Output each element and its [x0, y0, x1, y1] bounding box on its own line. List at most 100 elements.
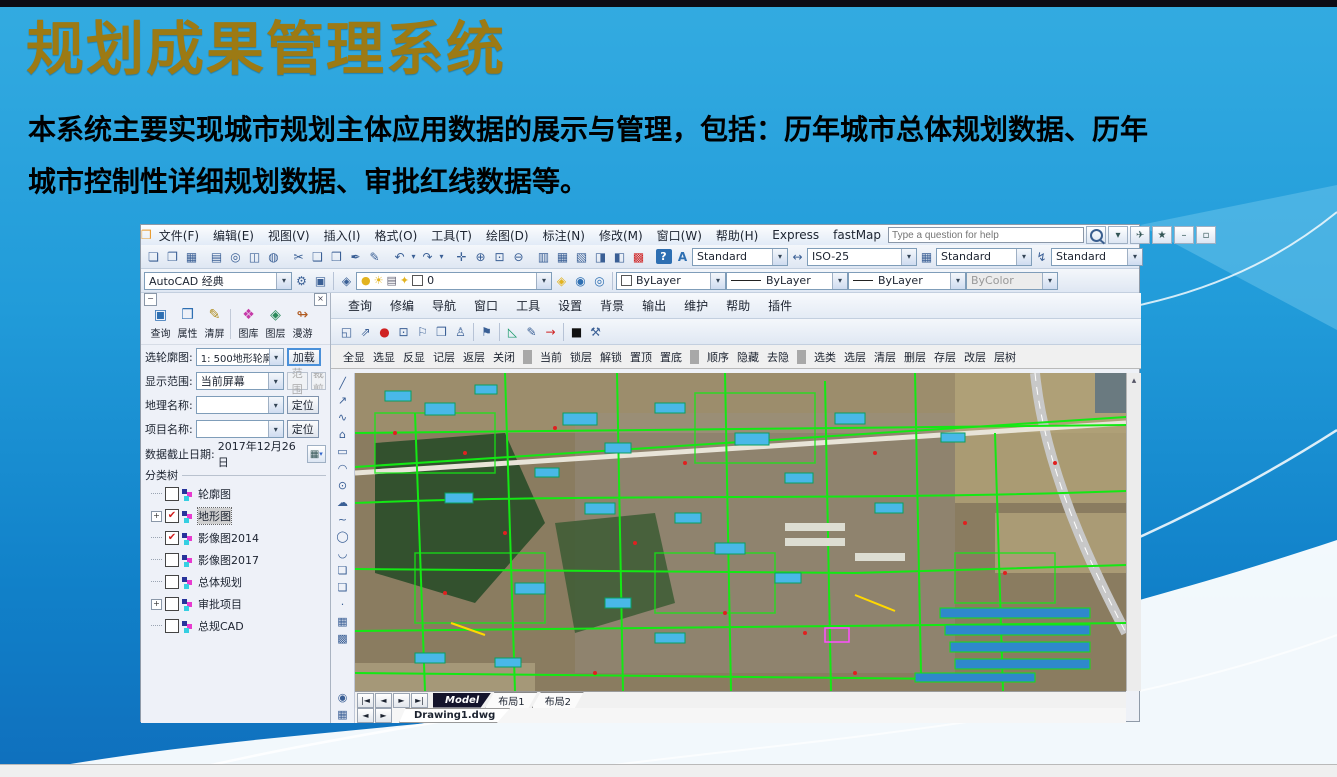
tree-item-cad[interactable]: 总规CAD — [151, 615, 330, 637]
menu-modify[interactable]: 修改(M) — [592, 227, 650, 244]
geo-name-combo[interactable]: ▾ — [196, 396, 284, 414]
workspace-combo[interactable]: AutoCAD 经典 ▾ — [144, 272, 292, 290]
roam-button[interactable]: ↬ 漫游 — [289, 307, 316, 340]
checkbox[interactable] — [165, 619, 179, 633]
menu-express[interactable]: Express — [765, 228, 826, 242]
menu-window[interactable]: 窗口(W) — [650, 227, 709, 244]
circle-icon[interactable]: ⊙ — [334, 477, 352, 494]
paste-icon[interactable]: ❒ — [327, 248, 346, 266]
gallery-button[interactable]: ❖ 图库 — [235, 307, 262, 340]
cmd-show-inverse[interactable]: 反显 — [399, 349, 429, 365]
cut-icon[interactable]: ✂ — [289, 248, 308, 266]
cmd-save-layer[interactable]: 存层 — [930, 349, 960, 365]
menu-dimension[interactable]: 标注(N) — [536, 227, 592, 244]
plot-icon[interactable]: ▤ — [207, 248, 226, 266]
table-style-icon[interactable]: ▦ — [917, 248, 936, 266]
geo-locate-button[interactable]: 定位 — [287, 396, 319, 414]
map-scrollbar[interactable]: ▴ — [1126, 373, 1141, 691]
mleader-style-combo[interactable]: Standard ▾ — [1051, 248, 1143, 266]
dim-style-combo[interactable]: ISO-25 ▾ — [807, 248, 917, 266]
checkbox[interactable]: ✔ — [165, 531, 179, 545]
calculator-icon[interactable]: ▩ — [629, 248, 648, 266]
table-style-combo[interactable]: Standard ▾ — [936, 248, 1032, 266]
dwg-prev-icon[interactable]: ◄ — [357, 708, 374, 723]
flag-icon[interactable]: ⚐ — [413, 323, 432, 341]
tab-model[interactable]: Model — [433, 693, 491, 708]
text-style-combo[interactable]: Standard ▾ — [692, 248, 788, 266]
layers-button[interactable]: ◈ 图层 — [262, 307, 289, 340]
id-query-icon[interactable]: ◱ — [337, 323, 356, 341]
copy-icon[interactable]: ❑ — [308, 248, 327, 266]
tab-layout1[interactable]: 布局1 — [485, 692, 537, 709]
undo-icon[interactable]: ↶ — [390, 248, 409, 266]
line-icon[interactable]: ╱ — [334, 375, 352, 392]
workspace-settings-icon[interactable]: ▣ — [311, 272, 330, 290]
dwg-next-icon[interactable]: ► — [375, 708, 392, 723]
markup-icon[interactable]: ◧ — [610, 248, 629, 266]
mleader-style-icon[interactable]: ↯ — [1032, 248, 1051, 266]
designcenter-icon[interactable]: ▦ — [553, 248, 572, 266]
map-roam-icon[interactable]: ⇗ — [356, 323, 375, 341]
checkbox[interactable] — [165, 553, 179, 567]
help-search-input[interactable] — [888, 227, 1084, 243]
map-menu-help[interactable]: 帮助 — [717, 297, 759, 314]
linetype-combo[interactable]: ByLayer ▾ — [726, 272, 848, 290]
sheetset-icon[interactable]: ◨ — [591, 248, 610, 266]
window-box-icon[interactable]: ▫ — [1196, 226, 1216, 244]
web-icon[interactable]: ◍ — [264, 248, 283, 266]
cmd-clear-layer[interactable]: 清层 — [870, 349, 900, 365]
menu-format[interactable]: 格式(O) — [367, 227, 424, 244]
cmd-order[interactable]: 顺序 — [703, 349, 733, 365]
layer-previous-icon[interactable]: ◈ — [552, 272, 571, 290]
tree-item-approval[interactable]: + 审批项目 — [151, 593, 330, 615]
menu-view[interactable]: 视图(V) — [261, 227, 317, 244]
revision-cloud-icon[interactable]: ☁ — [334, 494, 352, 511]
tab-last-icon[interactable]: ►| — [411, 693, 428, 708]
construction-line-icon[interactable]: ↗ — [334, 392, 352, 409]
favorites-star-icon[interactable]: ★ — [1152, 226, 1172, 244]
tree-item-terrain[interactable]: + ✔ 地形图 — [151, 505, 330, 527]
spline-icon[interactable]: ~ — [334, 511, 352, 528]
checkbox[interactable] — [165, 487, 179, 501]
scroll-widget-icon[interactable]: ▴ — [1132, 376, 1137, 691]
cmd-select-layer[interactable]: 选层 — [840, 349, 870, 365]
layer-properties-icon[interactable]: ◈ — [337, 272, 356, 290]
save-icon[interactable]: ▦ — [182, 248, 201, 266]
map-menu-tools[interactable]: 工具 — [507, 297, 549, 314]
insert-block-icon[interactable]: ❏ — [334, 562, 352, 579]
checkbox[interactable] — [165, 597, 179, 611]
map-menu-background[interactable]: 背景 — [591, 297, 633, 314]
cmd-change-layer[interactable]: 改层 — [960, 349, 990, 365]
cmd-select-class[interactable]: 选类 — [810, 349, 840, 365]
display-range-combo[interactable]: 当前屏幕 ▾ — [196, 372, 284, 390]
cmd-show-selected[interactable]: 选显 — [369, 349, 399, 365]
cmd-delete-layer[interactable]: 删层 — [900, 349, 930, 365]
outline-map-combo[interactable]: 1: 500地形轮廓 ▾ — [196, 348, 284, 366]
redo-dropdown-icon[interactable]: ▾ — [437, 248, 446, 266]
export-arrow-icon[interactable]: → — [541, 323, 560, 341]
record-dot-icon[interactable]: ● — [375, 323, 394, 341]
cmd-bring-top[interactable]: 置顶 — [626, 349, 656, 365]
map-menu-output[interactable]: 输出 — [633, 297, 675, 314]
edit-icon[interactable]: ✎ — [365, 248, 384, 266]
tree-item-image2014[interactable]: ✔ 影像图2014 — [151, 527, 330, 549]
zoom-window-icon[interactable]: ⊡ — [490, 248, 509, 266]
cmd-send-bottom[interactable]: 置底 — [656, 349, 686, 365]
map-menu-query[interactable]: 查询 — [339, 297, 381, 314]
map-menu-window[interactable]: 窗口 — [465, 297, 507, 314]
map-viewport[interactable] — [355, 373, 1126, 691]
lineweight-combo[interactable]: ByLayer ▾ — [848, 272, 966, 290]
make-block-icon[interactable]: ❑ — [334, 579, 352, 596]
rectangle-icon[interactable]: ▭ — [334, 443, 352, 460]
checkbox[interactable] — [165, 575, 179, 589]
search-icon[interactable] — [1086, 226, 1106, 244]
small-edit-icon[interactable]: ✎ — [522, 323, 541, 341]
doc-search-icon[interactable]: ❒ — [432, 323, 451, 341]
table-icon[interactable]: ▦ — [334, 706, 352, 723]
point-icon[interactable]: · — [334, 596, 352, 613]
hatch-icon[interactable]: ▦ — [334, 613, 352, 630]
tab-prev-icon[interactable]: ◄ — [375, 693, 392, 708]
gradient-icon[interactable]: ▩ — [334, 630, 352, 647]
attributes-button[interactable]: ❒ 属性 — [174, 307, 201, 340]
tree-item-outline[interactable]: 轮廓图 — [151, 483, 330, 505]
